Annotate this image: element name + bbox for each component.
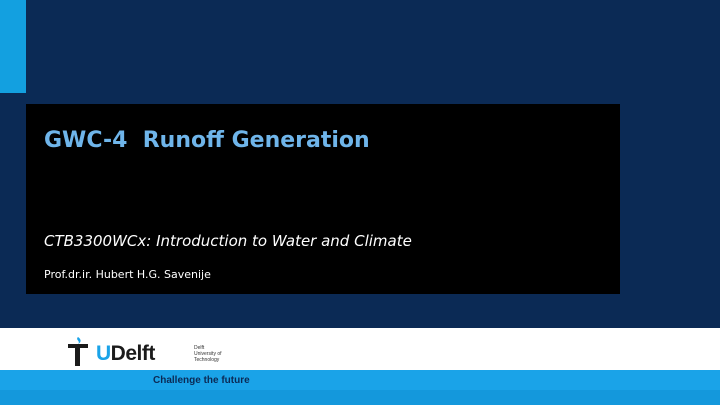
footer-blue-band (0, 370, 720, 405)
slide-title: GWC-4 Runoff Generation (44, 128, 370, 153)
logo-wordmark: UDelft (96, 342, 155, 366)
footer-stripe (0, 390, 720, 405)
logo-subtext-line3: Technology (194, 357, 220, 363)
slide-subtitle: CTB3300WCx: Introduction to Water and Cl… (44, 232, 412, 250)
logo-u: U (96, 342, 111, 365)
tagline: Challenge the future (153, 375, 250, 386)
accent-bar (0, 0, 26, 93)
logo-delft: Delft (110, 342, 156, 365)
slide-author: Prof.dr.ir. Hubert H.G. Savenije (44, 268, 211, 281)
tudelft-flame-icon (68, 337, 88, 366)
logo-subtext: Delft University of Technology (194, 345, 234, 363)
